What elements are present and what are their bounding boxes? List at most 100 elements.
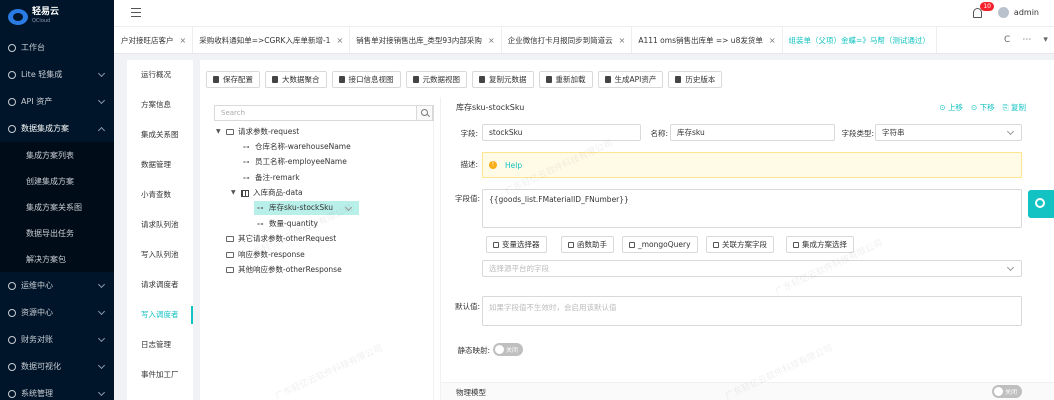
sidebar-item-lite[interactable]: Lite 轻集成 bbox=[0, 61, 114, 88]
tab-oms[interactable]: A111 oms销售出库单 => u8发货单 × bbox=[632, 27, 783, 53]
tree-node-response[interactable]: 响应参数-response bbox=[226, 248, 305, 262]
sidebar-item-workbench[interactable]: 工作台 bbox=[0, 34, 114, 61]
tab-wdt[interactable]: 户对接旺店客户 × bbox=[114, 27, 194, 53]
sidebar-item-ops[interactable]: 运维中心 bbox=[0, 272, 114, 299]
tab-wechat[interactable]: 企业微信打卡月报同步到简道云 × bbox=[502, 27, 633, 53]
caret-down-icon[interactable]: ▼ bbox=[231, 186, 237, 200]
subnav-overview[interactable]: 运行概况 bbox=[127, 60, 193, 90]
subnav-write-scheduler[interactable]: 写入调度者 bbox=[127, 300, 193, 330]
function-helper-button[interactable]: 函数助手 bbox=[561, 236, 614, 253]
physical-toggle[interactable]: 关闭 bbox=[992, 385, 1022, 398]
move-down-button[interactable]: ⊙ 下移 bbox=[971, 102, 995, 113]
subnav-graph[interactable]: 集成关系图 bbox=[127, 120, 193, 150]
type-value: 字符串 bbox=[882, 128, 905, 137]
tree-node-label: 请求参数-request bbox=[238, 127, 300, 136]
variable-selector-button[interactable]: 变量选择器 bbox=[486, 236, 547, 253]
sidebar-subitem-create[interactable]: 创建集成方案 bbox=[0, 168, 114, 194]
chart-icon bbox=[8, 335, 16, 344]
type-select[interactable]: 字符串 bbox=[875, 124, 1022, 141]
tree-node-warehouse[interactable]: ⊶ 仓库名称-warehouseName bbox=[243, 140, 351, 154]
close-icon[interactable]: × bbox=[769, 36, 776, 45]
scheme-select-button[interactable]: 集成方案选择 bbox=[786, 236, 854, 253]
tab-assembly[interactable]: 组装单（父项）金蝶=》马帮（测试通过） bbox=[783, 27, 937, 53]
tree-node-other-response[interactable]: 其他响应参数-otherResponse bbox=[226, 263, 342, 277]
type-label: 字段类型: bbox=[841, 129, 874, 138]
subnav-write-queue[interactable]: 写入队列池 bbox=[127, 240, 193, 270]
name-input[interactable]: 库存sku bbox=[670, 124, 835, 141]
metadata-view-button[interactable]: 元数据视图 bbox=[405, 70, 467, 88]
help-link[interactable]: Help bbox=[505, 161, 522, 170]
subnav-query[interactable]: 小青查数 bbox=[127, 180, 193, 210]
value-label: 字段值: bbox=[454, 194, 480, 203]
sidebar-item-api[interactable]: API 资产 bbox=[0, 88, 114, 115]
rocket-icon bbox=[8, 281, 16, 290]
settings-gear-icon[interactable] bbox=[1028, 190, 1054, 218]
history-button[interactable]: 历史版本 bbox=[668, 70, 723, 88]
field-icon: ⊶ bbox=[257, 204, 264, 212]
generate-api-button[interactable]: 生成API资产 bbox=[597, 70, 664, 88]
code-icon bbox=[412, 75, 419, 83]
username[interactable]: admin bbox=[1014, 8, 1039, 17]
tab-cgrk[interactable]: 采购收料通知单=>CGRK入库单新增-1 × bbox=[193, 27, 351, 53]
close-icon[interactable]: × bbox=[488, 36, 495, 45]
subnav-logs[interactable]: 日志管理 bbox=[127, 330, 193, 360]
subnav-info[interactable]: 方案信息 bbox=[127, 90, 193, 120]
sidebar-item-finance[interactable]: 财务对账 bbox=[0, 326, 114, 353]
sidebar-item-system[interactable]: 系统管理 bbox=[0, 380, 114, 400]
menu-toggle-icon[interactable] bbox=[131, 8, 141, 17]
desc-box[interactable]: ! Help bbox=[482, 152, 1022, 178]
bigdata-aggregate-button[interactable]: 大数据聚合 bbox=[265, 70, 327, 88]
toolbar: 保存配置 大数据聚合 接口信息视图 元数据视图 复制元数据 重新加载 生成API… bbox=[200, 60, 1054, 98]
sidebar-item-resources[interactable]: 资源中心 bbox=[0, 299, 114, 326]
tree-node-quantity[interactable]: ⊶ 数量-quantity bbox=[257, 217, 318, 231]
copy-button[interactable]: ⎘ 复制 bbox=[1003, 102, 1026, 113]
copy-metadata-button[interactable]: 复制元数据 bbox=[472, 70, 534, 88]
caret-down-icon[interactable]: ▼ bbox=[216, 125, 222, 139]
move-up-button[interactable]: ⊙ 上移 bbox=[939, 102, 963, 113]
sidebar-subitem-packages[interactable]: 解决方案包 bbox=[0, 246, 114, 272]
tree-node-remark[interactable]: ⊶ 备注-remark bbox=[243, 171, 300, 185]
chevron-down-icon bbox=[97, 361, 106, 370]
more-icon[interactable]: ⋯ bbox=[1022, 35, 1031, 45]
close-icon[interactable]: × bbox=[336, 36, 343, 45]
physical-model-section[interactable]: 物理模型 关闭 bbox=[441, 382, 1054, 400]
logo[interactable]: 轻易云 QCloud bbox=[0, 0, 114, 34]
refresh-icon[interactable]: C bbox=[1004, 35, 1010, 45]
mongo-query-button[interactable]: _mongoQuery bbox=[622, 236, 698, 253]
tree-node-data[interactable]: ▼ 入库商品-data bbox=[231, 186, 303, 200]
sidebar-item-visual[interactable]: 数据可视化 bbox=[0, 353, 114, 380]
sidebar-subitem-relations[interactable]: 集成方案关系图 bbox=[0, 194, 114, 220]
sidebar-subitem-export[interactable]: 数据导出任务 bbox=[0, 220, 114, 246]
avatar[interactable] bbox=[998, 7, 1009, 18]
tree-node-request[interactable]: ▼ 请求参数-request bbox=[216, 125, 299, 139]
tree-node-stocksku[interactable]: ⊶ 库存sku-stockSku bbox=[254, 201, 360, 215]
reload-button[interactable]: 重新加载 bbox=[538, 70, 593, 88]
related-field-button[interactable]: 关联方案字段 bbox=[706, 236, 774, 253]
function-icon bbox=[568, 241, 574, 248]
value-textarea[interactable]: {{goods_list.FMaterialID_FNumber}} bbox=[482, 189, 1022, 228]
api-view-button[interactable]: 接口信息视图 bbox=[331, 70, 401, 88]
tab-sales[interactable]: 销售单对接销售出库_类型93内部采购 × bbox=[350, 27, 502, 53]
field-input[interactable]: stockSku bbox=[482, 124, 641, 141]
button-label: 关联方案字段 bbox=[722, 240, 767, 249]
move-up-label: 上移 bbox=[947, 103, 963, 112]
tree-node-employee[interactable]: ⊶ 员工名称-employeeName bbox=[243, 155, 347, 169]
tab-label: 企业微信打卡月报同步到简道云 bbox=[507, 35, 613, 45]
subnav-events[interactable]: 事件加工厂 bbox=[127, 360, 193, 390]
subnav-request-scheduler[interactable]: 请求调度者 bbox=[127, 270, 193, 300]
source-field-select[interactable]: 选择源平台的字段 bbox=[482, 260, 1022, 277]
default-input[interactable]: 如果字段值不生效时，会启用该默认值 bbox=[482, 296, 1022, 326]
subnav-data[interactable]: 数据管理 bbox=[127, 150, 193, 180]
close-icon[interactable]: × bbox=[619, 36, 626, 45]
subnav-request-queue[interactable]: 请求队列池 bbox=[127, 210, 193, 240]
static-toggle[interactable]: 关闭 bbox=[493, 343, 523, 356]
search-icon[interactable] bbox=[416, 105, 433, 121]
collapse-icon[interactable]: ▾ bbox=[1043, 35, 1048, 45]
link-icon bbox=[713, 241, 719, 248]
tree-search-input[interactable]: Search bbox=[214, 105, 434, 121]
save-config-button[interactable]: 保存配置 bbox=[206, 70, 260, 88]
sidebar-item-integration[interactable]: 数据集成方案 bbox=[0, 115, 114, 142]
sidebar-subitem-list[interactable]: 集成方案列表 bbox=[0, 142, 114, 168]
close-icon[interactable]: × bbox=[180, 36, 187, 45]
tree-node-other-request[interactable]: 其它请求参数-otherRequest bbox=[226, 232, 336, 246]
